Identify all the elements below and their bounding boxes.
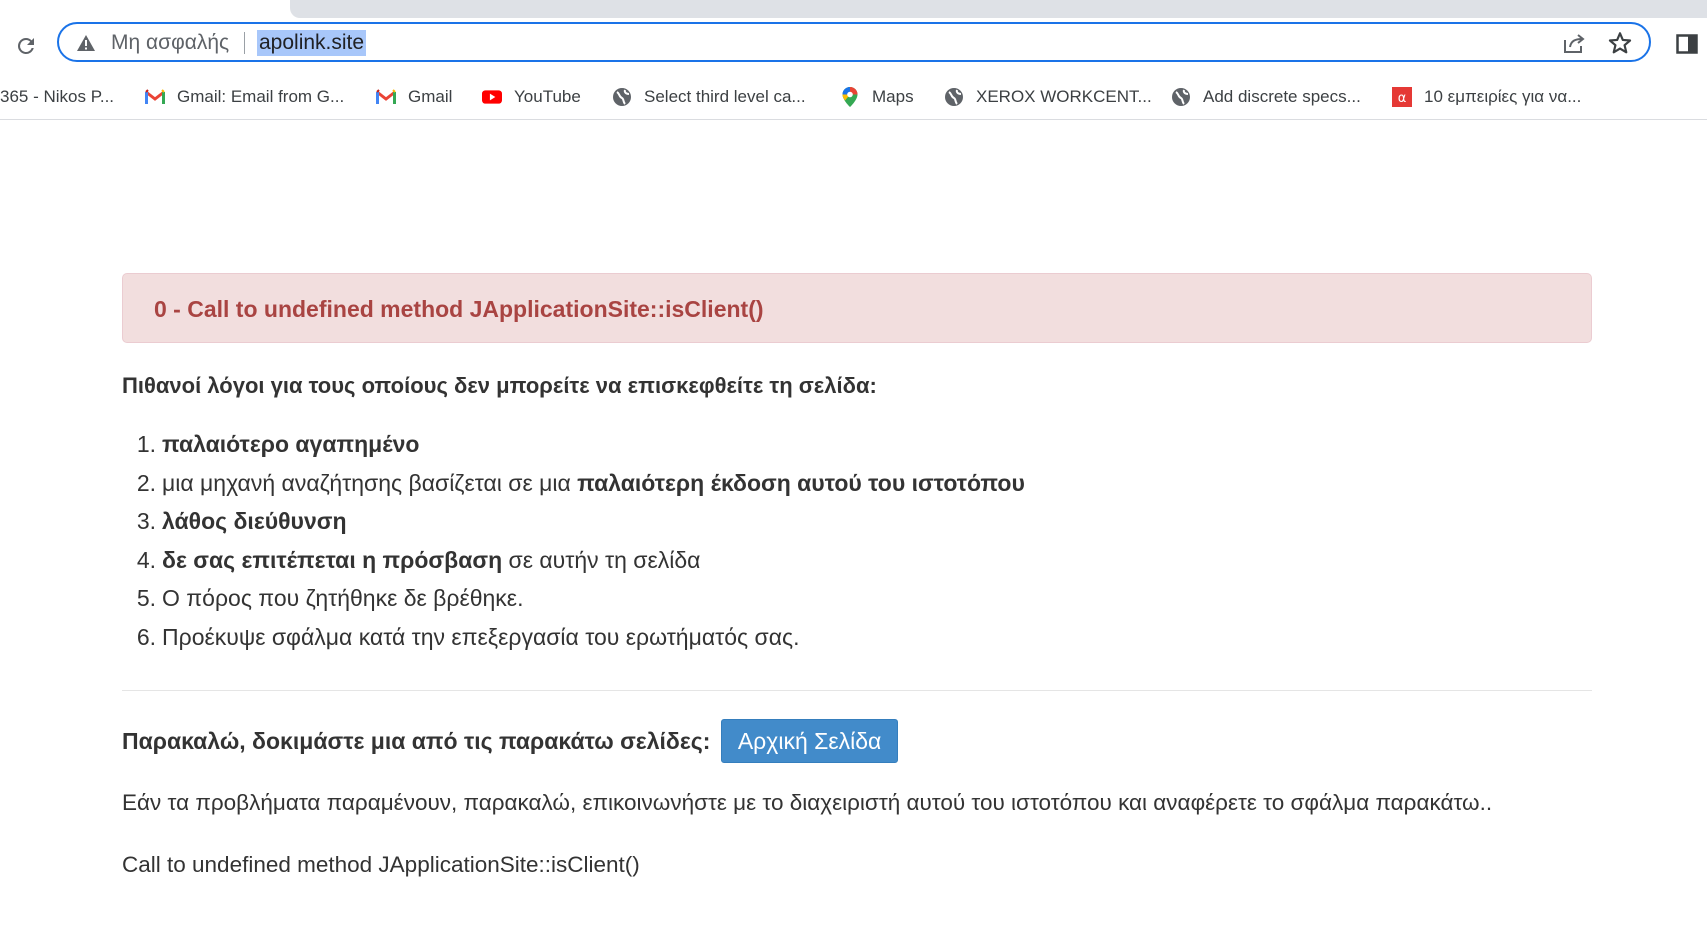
- list-item: 4. δε σας επιτέπεται η πρόσβαση σε αυτήν …: [122, 546, 1025, 585]
- error-title: 0 - Call to undefined method JApplicatio…: [154, 296, 764, 322]
- divider: [122, 690, 1592, 691]
- address-bar[interactable]: Μη ασφαλής apolink.site: [57, 22, 1651, 62]
- red-a-icon: α: [1392, 87, 1412, 107]
- maps-icon: [840, 87, 860, 107]
- reasons-heading: Πιθανοί λόγοι για τους οποίους δεν μπορε…: [122, 373, 877, 398]
- bookmark-select-third-level[interactable]: Select third level ca...: [612, 82, 806, 112]
- tab-strip: [0, 0, 1707, 18]
- reason-text: Ο πόρος που ζητήθηκε δε βρέθηκε.: [162, 585, 524, 611]
- bookmark-gmail-email[interactable]: Gmail: Email from G...: [145, 82, 344, 112]
- bookmark-label: Maps: [872, 87, 914, 106]
- reason-text: μια μηχανή αναζήτησης βασίζεται σε μια: [162, 469, 578, 496]
- bookmark-10-experiences[interactable]: α 10 εμπειρίες για να...: [1392, 82, 1581, 112]
- globe-icon: [944, 87, 964, 107]
- bookmark-label: Add discrete specs...: [1203, 87, 1361, 106]
- bookmarks-bar: 365 - Nikos P... Gmail: Email from G... …: [0, 76, 1707, 120]
- bookmark-maps[interactable]: Maps: [840, 82, 914, 112]
- warning-icon[interactable]: [76, 34, 96, 52]
- url-text[interactable]: apolink.site: [257, 30, 367, 56]
- svg-text:α: α: [1398, 91, 1407, 106]
- bookmark-label: Gmail: Email from G...: [177, 87, 345, 106]
- gmail-icon: [145, 87, 165, 107]
- list-number: 2.: [136, 469, 156, 496]
- list-item: 3. λάθος διεύθυνση: [122, 507, 1025, 546]
- gmail-icon: [376, 87, 396, 107]
- tab-strip-background: [290, 0, 1707, 18]
- reason-bold-text: δε σας επιτέπεται η πρόσβαση: [162, 546, 503, 573]
- bookmark-label: 365 - Nikos P...: [0, 87, 115, 106]
- bookmark-star-icon[interactable]: [1607, 30, 1633, 56]
- globe-icon: [1171, 87, 1191, 107]
- bookmark-label: Gmail: [408, 87, 453, 106]
- address-separator: [244, 32, 245, 54]
- list-number: 4.: [136, 546, 156, 573]
- bookmark-label: XEROX WORKCENT...: [976, 87, 1152, 106]
- share-icon[interactable]: [1561, 31, 1587, 55]
- try-pages-row: Παρακαλώ, δοκιμάστε μια από τις παρακάτω…: [122, 719, 899, 763]
- list-item: 1. παλαιότερο αγαπημένο: [122, 430, 1025, 469]
- reload-icon[interactable]: [12, 32, 40, 60]
- globe-icon: [612, 87, 632, 107]
- list-number: 6.: [136, 623, 156, 650]
- side-panel-icon[interactable]: [1675, 32, 1699, 56]
- security-status-label[interactable]: Μη ασφαλής: [111, 31, 229, 55]
- reason-bold-text: παλαιότερο αγαπημένο: [162, 431, 420, 457]
- try-pages-label: Παρακαλώ, δοκιμάστε μια από τις παρακάτω…: [122, 727, 711, 754]
- bookmark-label: 10 εμπειρίες για να...: [1424, 87, 1582, 106]
- youtube-icon: [482, 87, 502, 107]
- list-number: 3.: [136, 508, 156, 534]
- reason-bold-text: λάθος διεύθυνση: [162, 508, 347, 534]
- reason-bold-text: παλαιότερη έκδοση αυτού του ιστοτόπου: [577, 469, 1025, 496]
- bookmark-youtube[interactable]: YouTube: [482, 82, 581, 112]
- contact-admin-text: Εάν τα προβλήματα παραμένουν, παρακαλώ, …: [122, 790, 1493, 815]
- bookmark-add-discrete-specs[interactable]: Add discrete specs...: [1171, 82, 1361, 112]
- reason-text: σε αυτήν τη σελίδα: [502, 546, 701, 573]
- url-host: apolink.: [259, 31, 332, 54]
- reason-text: Προέκυψε σφάλμα κατά την επεξεργασία του…: [162, 623, 800, 650]
- reasons-list: 1. παλαιότερο αγαπημένο 2. μια μηχανή αναζ…: [122, 430, 1025, 661]
- bookmark-xerox[interactable]: XEROX WORKCENT...: [944, 82, 1152, 112]
- url-tld: site: [331, 31, 365, 54]
- list-number: 5.: [136, 585, 156, 611]
- browser-toolbar: Μη ασφαλής apolink.site: [0, 18, 1707, 72]
- list-item: 5. Ο πόρος που ζητήθηκε δε βρέθηκε.: [122, 584, 1025, 623]
- error-detail-text: Call to undefined method JApplicationSit…: [122, 852, 640, 877]
- bookmark-gmail[interactable]: Gmail: [376, 82, 452, 112]
- error-alert: 0 - Call to undefined method JApplicatio…: [122, 273, 1592, 343]
- list-item: 6. Προέκυψε σφάλμα κατά την επεξεργασία τ…: [122, 623, 1025, 662]
- home-page-button[interactable]: Αρχική Σελίδα: [720, 719, 899, 763]
- list-number: 1.: [136, 431, 156, 457]
- bookmark-label: Select third level ca...: [644, 87, 806, 106]
- bookmark-365-nikos[interactable]: 365 - Nikos P...: [0, 82, 114, 112]
- list-item: 2. μια μηχανή αναζήτησης βασίζεται σε μια…: [122, 469, 1025, 508]
- bookmark-label: YouTube: [514, 87, 581, 106]
